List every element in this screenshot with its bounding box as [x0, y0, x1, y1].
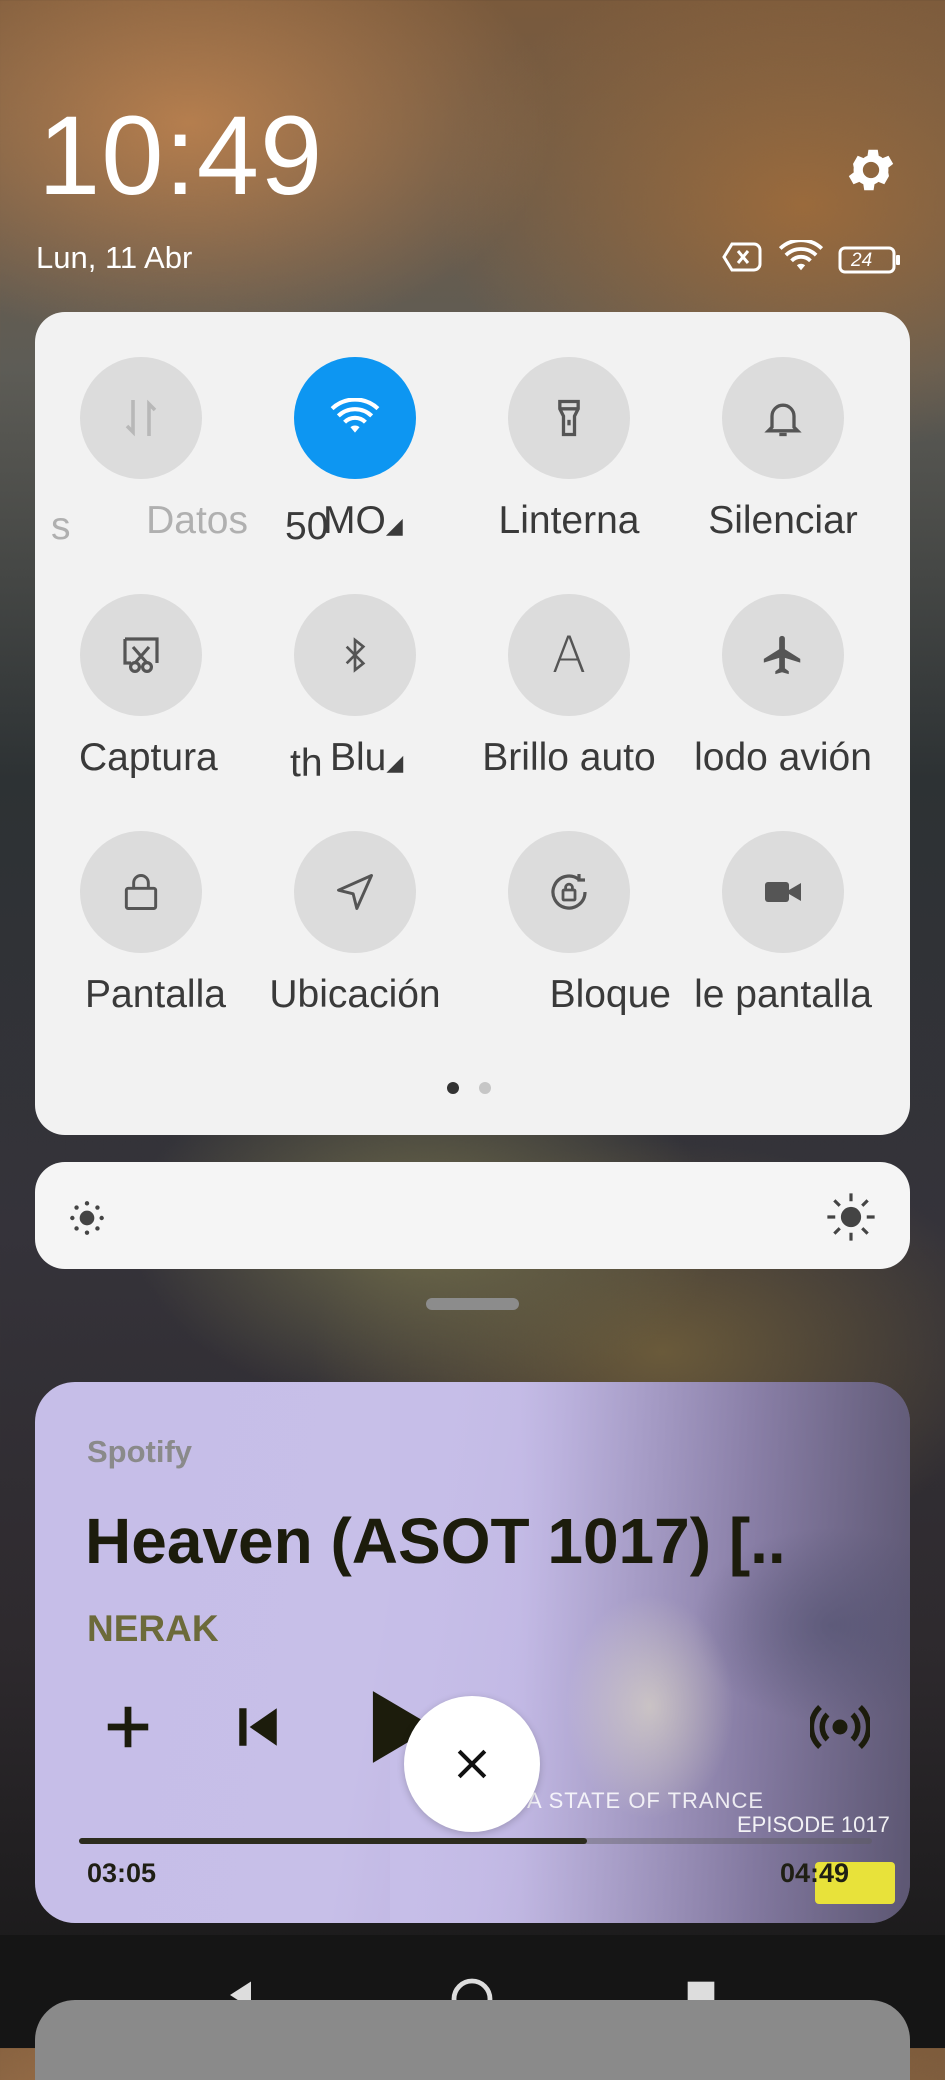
page-dot-active: [447, 1082, 459, 1094]
tile-label: MO◢: [323, 499, 462, 543]
auto-brightness-icon: A: [508, 594, 630, 716]
media-player-card[interactable]: A STATE OF TRANCE EPISODE 1017 Spotify H…: [35, 1382, 910, 1923]
bluetooth-icon: [294, 594, 416, 716]
tile-data[interactable]: Datos: [35, 357, 248, 543]
settings-gear-icon[interactable]: [843, 142, 899, 198]
cast-icon[interactable]: [805, 1692, 875, 1762]
media-artist: NERAK: [87, 1608, 219, 1649]
page-dot: [479, 1082, 491, 1094]
quick-settings-panel: s Datos 50 MO◢ Linterna Silenciar Captur…: [35, 312, 910, 1135]
media-progress-fill: [79, 1838, 587, 1844]
close-button[interactable]: [404, 1696, 540, 1832]
tile-label: Brillo auto: [482, 736, 656, 779]
tile-screenshot[interactable]: Captura: [35, 594, 248, 780]
location-icon: [294, 831, 416, 953]
previous-button[interactable]: [223, 1692, 293, 1762]
tile-label: Ubicación: [269, 973, 441, 1016]
tile-label: lodo avión: [694, 736, 872, 779]
add-button[interactable]: [93, 1692, 163, 1762]
airplane-icon: [722, 594, 844, 716]
panel-drag-handle[interactable]: [426, 1298, 519, 1310]
tile-screen-record[interactable]: le pantalla: [676, 831, 890, 1017]
wifi-icon: [778, 238, 824, 279]
sim-off-icon: [722, 242, 764, 277]
tile-label: Blu◢: [248, 736, 462, 780]
media-elapsed: 03:05: [87, 1858, 157, 1888]
tile-auto-brightness[interactable]: A Brillo auto: [462, 594, 676, 780]
tile-label-text: MO: [323, 499, 386, 542]
tile-label: Pantalla: [85, 973, 226, 1016]
wifi-icon: [294, 357, 416, 479]
tile-flashlight[interactable]: Linterna: [462, 357, 676, 543]
battery-level: 24: [851, 249, 873, 271]
tile-location[interactable]: Ubicación: [248, 831, 462, 1017]
tile-wifi[interactable]: MO◢: [248, 357, 462, 543]
media-progress-bar[interactable]: [79, 1838, 872, 1844]
art-text: A STATE OF TRANCE: [527, 1788, 765, 1813]
media-title: Heaven (ASOT 1017) [..: [85, 1505, 786, 1577]
flashlight-icon: [508, 357, 630, 479]
brightness-slider[interactable]: [35, 1162, 910, 1269]
tile-bluetooth[interactable]: Blu◢: [248, 594, 462, 780]
brightness-low-icon: [65, 1196, 109, 1245]
tile-silence[interactable]: Silenciar: [676, 357, 890, 543]
rotation-lock-icon: [508, 831, 630, 953]
media-duration: 04:49: [780, 1858, 850, 1888]
data-icon: [80, 357, 202, 479]
dropdown-arrow-icon: ◢: [385, 513, 403, 538]
tile-label: Linterna: [498, 499, 640, 542]
tile-label: Bloque: [549, 973, 671, 1016]
tile-airplane[interactable]: lodo avión: [676, 594, 890, 780]
page-indicator: [447, 1082, 491, 1094]
bell-icon: [722, 357, 844, 479]
tile-label: le pantalla: [694, 973, 872, 1016]
tile-lock-screen[interactable]: Pantalla: [35, 831, 248, 1017]
status-icons: 24: [722, 238, 902, 279]
lock-icon: [80, 831, 202, 953]
tile-label-text: Blu: [330, 736, 387, 779]
clock: 10:49: [38, 93, 324, 218]
art-text: EPISODE 1017: [737, 1812, 890, 1837]
tile-label: Captura: [79, 736, 218, 779]
battery-icon: 24: [838, 245, 902, 275]
brightness-high-icon: [824, 1190, 878, 1249]
bottom-sheet: [35, 2000, 910, 2080]
screenshot-icon: [80, 594, 202, 716]
tile-label: Datos: [146, 499, 248, 542]
dropdown-arrow-icon: ◢: [386, 750, 404, 775]
media-app-name: Spotify: [87, 1434, 193, 1469]
tile-rotation-lock[interactable]: Bloque: [462, 831, 676, 1017]
date: Lun, 11 Abr: [36, 240, 193, 275]
tile-label: Silenciar: [708, 499, 858, 542]
video-icon: [722, 831, 844, 953]
